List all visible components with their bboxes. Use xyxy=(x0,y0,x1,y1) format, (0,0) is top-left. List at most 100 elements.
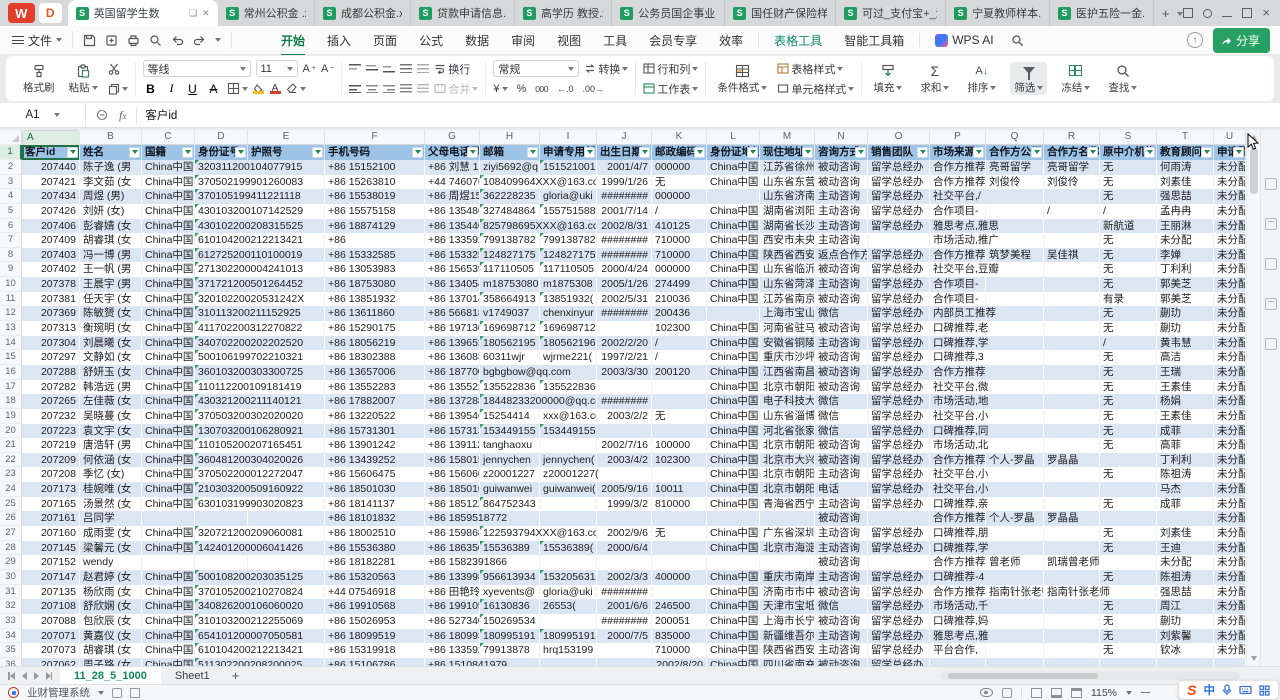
filter-button[interactable]: 筛选 xyxy=(1010,62,1047,95)
cell-N24[interactable]: 电话 xyxy=(815,482,868,497)
save-icon[interactable] xyxy=(83,34,96,47)
row-header-29[interactable]: 29 xyxy=(0,555,22,570)
cell-T10[interactable]: 郭美芝 xyxy=(1157,277,1214,292)
cell-B5[interactable]: 刘妍 (女) xyxy=(80,204,142,219)
cell-C3[interactable]: China中国 xyxy=(142,175,195,190)
strikethrough-button[interactable]: A xyxy=(206,82,222,96)
multi-window-icon[interactable] xyxy=(1183,8,1193,18)
cell-U35[interactable]: 未分配 xyxy=(1214,643,1246,658)
cell-I2[interactable]: 151521001 xyxy=(540,160,597,175)
row-header-9[interactable]: 9 xyxy=(0,262,22,277)
cell-C28[interactable]: China中国 xyxy=(142,541,195,556)
cell-N10[interactable]: 主动咨询 xyxy=(815,277,868,292)
cell-N35[interactable]: 主动咨询 xyxy=(815,643,868,658)
cell-K23[interactable] xyxy=(652,467,707,482)
cell-D33[interactable]: 310103200212255069 xyxy=(195,614,325,629)
cell-A4[interactable]: 207434 xyxy=(22,189,80,204)
cell-J5[interactable]: 2001/7/14 xyxy=(597,204,652,219)
cell-K28[interactable] xyxy=(652,541,707,556)
cell-K11[interactable]: 210036 xyxy=(652,292,707,307)
cell-R24[interactable] xyxy=(1044,482,1100,497)
cell-C15[interactable]: China中国 xyxy=(142,350,195,365)
cell-U15[interactable]: 未分配 xyxy=(1214,350,1246,365)
cell-A15[interactable]: 207297 xyxy=(22,350,80,365)
cell-L13[interactable]: China中国 xyxy=(707,321,760,336)
cell-M34[interactable]: 新疆维吾尔 xyxy=(760,629,815,644)
cell-S8[interactable]: 无 xyxy=(1100,248,1157,263)
cell-G26[interactable]: +86 1859518772 xyxy=(425,511,540,526)
cell-K4[interactable]: 000000 xyxy=(652,189,707,204)
header-cell-Q1[interactable]: 合作方公司 xyxy=(986,145,1044,160)
cell-F11[interactable]: +86 13851932 xyxy=(325,292,425,307)
cell-M35[interactable]: 陕西省西安 xyxy=(760,643,815,658)
rows-columns-button[interactable]: 行和列 xyxy=(643,60,698,77)
cell-L34[interactable]: China中国 xyxy=(707,629,760,644)
cell-A36[interactable]: 207062 xyxy=(22,658,80,666)
column-header-B[interactable]: B xyxy=(80,130,142,145)
cell-F10[interactable]: +86 18753080 xyxy=(325,277,425,292)
cell-G17[interactable]: +86 1355228361 xyxy=(425,380,480,395)
cell-L27[interactable]: China中国 xyxy=(707,526,760,541)
cell-A9[interactable]: 207402 xyxy=(22,262,80,277)
export-icon[interactable] xyxy=(105,34,118,47)
cell-D11[interactable]: 32010220020531242X xyxy=(195,292,325,307)
cell-T2[interactable]: 何雨涛 xyxy=(1157,160,1214,175)
cell-B23[interactable]: 季忆 (女) xyxy=(80,467,142,482)
cell-R8[interactable]: 吴佳祺 xyxy=(1044,248,1100,263)
cell-H10[interactable]: m18753080 xyxy=(480,277,540,292)
normal-view-icon[interactable] xyxy=(1031,688,1042,698)
cell-A20[interactable]: 207223 xyxy=(22,424,80,439)
column-header-H[interactable]: H xyxy=(480,130,540,145)
cell-K2[interactable]: 000000 xyxy=(652,160,707,175)
menu-item-视图[interactable]: 视图 xyxy=(548,29,590,52)
cell-U16[interactable]: 未分配 xyxy=(1214,365,1246,380)
cell-S18[interactable]: 无 xyxy=(1100,394,1157,409)
filter-dropdown-icon[interactable] xyxy=(1201,147,1212,158)
home-doc-icon[interactable]: D xyxy=(39,3,62,23)
cell-L10[interactable]: China中国 xyxy=(707,277,760,292)
cell-N31[interactable]: 被动咨询 xyxy=(815,585,868,600)
cell-A31[interactable]: 207135 xyxy=(22,585,80,600)
cell-M29[interactable] xyxy=(760,555,815,570)
cell-R6[interactable] xyxy=(1044,219,1100,234)
cell-P25[interactable]: 口碑推荐,亲 xyxy=(930,497,1044,512)
cell-A6[interactable]: 207406 xyxy=(22,219,80,234)
cell-F12[interactable]: +86 13611860 xyxy=(325,306,425,321)
sort-button[interactable]: A↓ 排序 xyxy=(963,62,1000,95)
filter-dropdown-icon[interactable] xyxy=(1087,147,1098,158)
cell-F6[interactable]: +86 18874129 xyxy=(325,219,425,234)
cell-G35[interactable]: +86 1335925706 xyxy=(425,643,480,658)
cell-L14[interactable]: China中国 xyxy=(707,336,760,351)
cell-B16[interactable]: 舒妍玉 (女 xyxy=(80,365,142,380)
new-document-button[interactable]: + xyxy=(1154,0,1178,26)
cell-D14[interactable]: 340702200202202520 xyxy=(195,336,325,351)
cell-H9[interactable]: 117110505 xyxy=(480,262,540,277)
row-header-13[interactable]: 13 xyxy=(0,321,22,336)
tab-close-icon[interactable]: ✕ xyxy=(202,8,210,19)
header-cell-P1[interactable]: 市场来源 xyxy=(930,145,986,160)
cell-I4[interactable]: gloria@uki xyxy=(540,189,597,204)
cell-S33[interactable]: 无 xyxy=(1100,614,1157,629)
document-tab[interactable]: S常州公积金 .xlsx xyxy=(218,0,315,26)
zoom-out-icon[interactable] xyxy=(1141,692,1150,693)
cell-B13[interactable]: 衡琬明 (女 xyxy=(80,321,142,336)
cell-G21[interactable]: +86 1391129694 xyxy=(425,438,480,453)
cell-S21[interactable]: 无 xyxy=(1100,438,1157,453)
cell-M6[interactable]: 湖南省长沙 xyxy=(760,219,815,234)
cell-L21[interactable]: China中国 xyxy=(707,438,760,453)
cell-O17[interactable]: 留学总经办 xyxy=(868,380,930,395)
sogou-logo[interactable]: S xyxy=(1187,682,1196,698)
cell-G14[interactable]: +86 1396522100 xyxy=(425,336,480,351)
row-header-2[interactable]: 2 xyxy=(0,160,22,175)
first-sheet-icon[interactable] xyxy=(8,672,15,680)
cell-T12[interactable]: 蒯玏 xyxy=(1157,306,1214,321)
cell-L28[interactable]: China中国 xyxy=(707,541,760,556)
filter-dropdown-icon[interactable] xyxy=(584,147,595,158)
cell-R11[interactable] xyxy=(1044,292,1100,307)
cell-O3[interactable]: 留学总经办 xyxy=(868,175,930,190)
sheet-tab-11_28_5_1000[interactable]: 11_28_5_1000 xyxy=(60,667,161,684)
cell-M32[interactable]: 天津市宝坻 xyxy=(760,599,815,614)
zoom-level[interactable]: 115% xyxy=(1091,687,1117,699)
undo-icon[interactable] xyxy=(171,34,184,47)
cell-N33[interactable]: 被动咨询 xyxy=(815,614,868,629)
